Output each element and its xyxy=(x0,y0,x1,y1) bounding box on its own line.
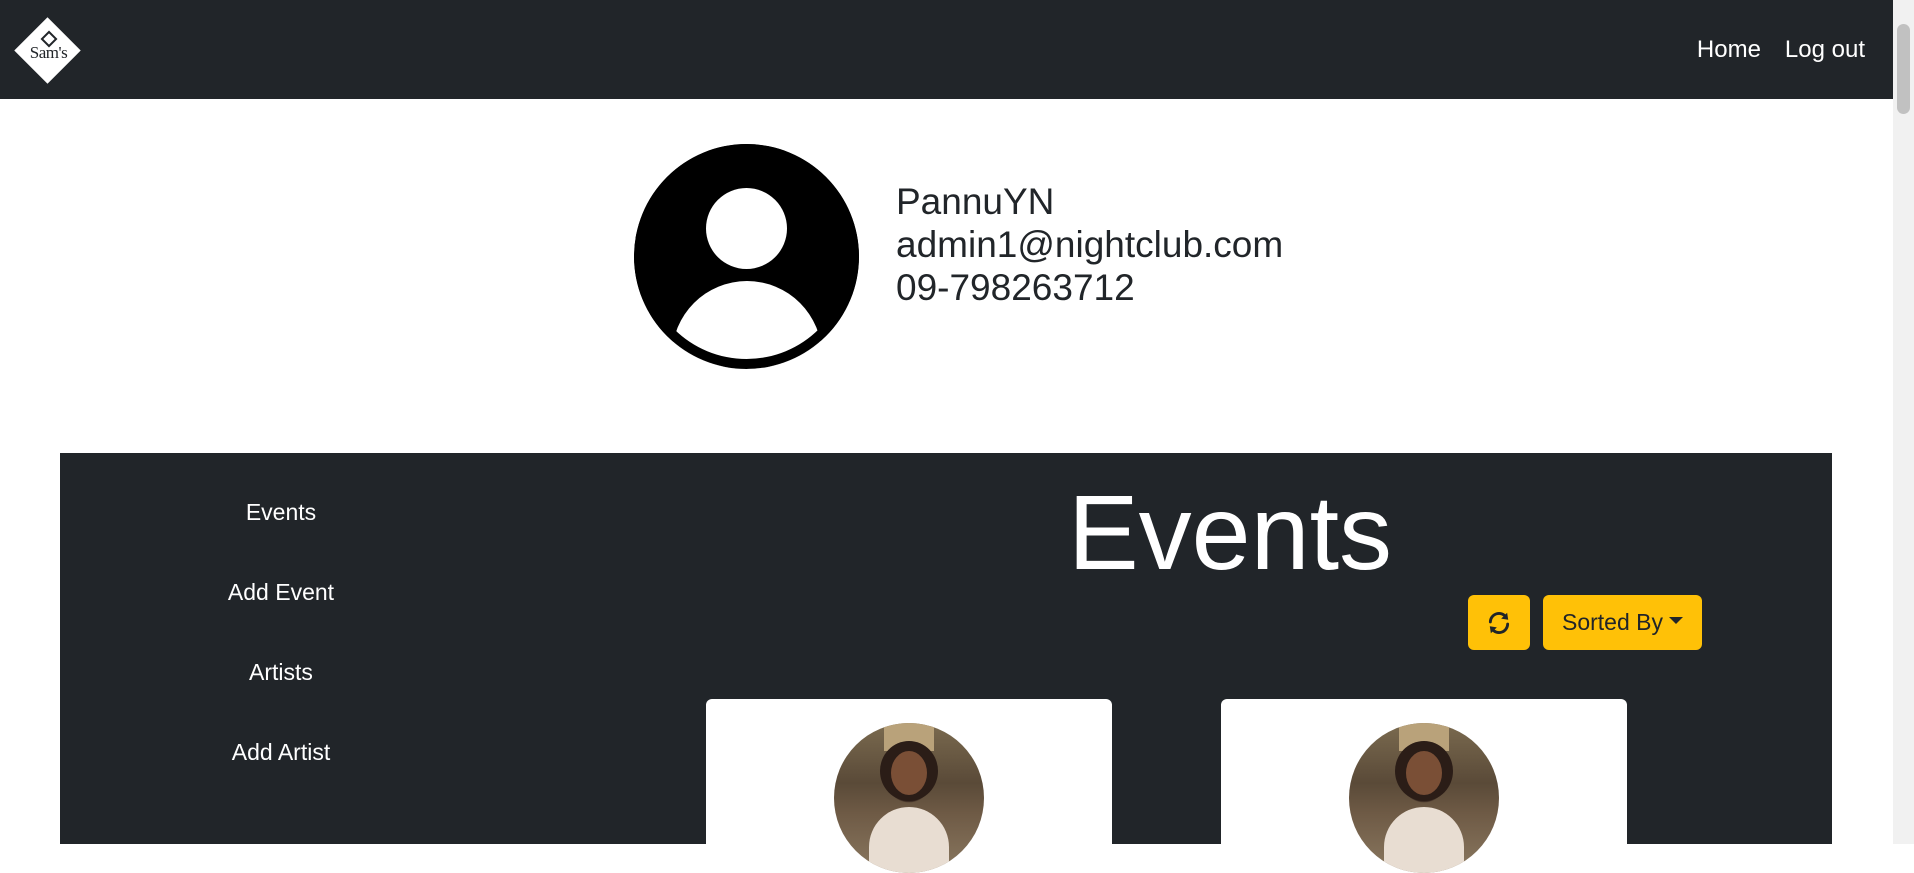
photo-face xyxy=(891,751,927,795)
photo-face xyxy=(1406,751,1442,795)
event-card[interactable] xyxy=(706,699,1112,873)
event-artist-photo xyxy=(834,723,984,873)
refresh-icon xyxy=(1488,611,1510,634)
nav-links: Home Log out xyxy=(1673,36,1865,64)
sorted-by-label: Sorted By xyxy=(1562,609,1663,635)
profile-phone: 09-798263712 xyxy=(896,267,1135,308)
sidebar-menu: Events Add Event Artists Add Artist xyxy=(60,497,502,817)
scrollbar-thumb[interactable] xyxy=(1897,24,1910,114)
page-title: Events xyxy=(1067,474,1393,592)
profile-username: PannuYN xyxy=(896,181,1055,222)
sidebar-item-events[interactable]: Events xyxy=(60,497,502,577)
profile-info: PannuYN admin1@nightclub.com 09-79826371… xyxy=(896,180,1283,309)
nav-home-link[interactable]: Home xyxy=(1697,36,1761,64)
sidebar-item-add-artist[interactable]: Add Artist xyxy=(60,737,502,817)
admin-panel: Events Add Event Artists Add Artist Even… xyxy=(60,453,1832,873)
sidebar-item-artists[interactable]: Artists xyxy=(60,657,502,737)
page-scrollbar[interactable] xyxy=(1893,0,1914,844)
photo-sweater xyxy=(869,807,949,873)
sorted-by-dropdown[interactable]: Sorted By xyxy=(1543,595,1702,650)
photo-sweater xyxy=(1384,807,1464,873)
sidebar-item-add-event[interactable]: Add Event xyxy=(60,577,502,657)
nav-logout-link[interactable]: Log out xyxy=(1785,36,1865,64)
top-navbar: Sam's Home Log out xyxy=(0,0,1893,99)
avatar-ring xyxy=(634,144,859,369)
event-card[interactable] xyxy=(1221,699,1627,873)
refresh-button[interactable] xyxy=(1468,595,1530,650)
sams-club-logo[interactable]: Sam's xyxy=(14,16,82,84)
logo-text: Sam's xyxy=(29,42,68,62)
caret-down-icon xyxy=(1669,617,1683,624)
event-artist-photo xyxy=(1349,723,1499,873)
profile-email: admin1@nightclub.com xyxy=(896,224,1284,265)
profile-avatar xyxy=(634,144,859,369)
